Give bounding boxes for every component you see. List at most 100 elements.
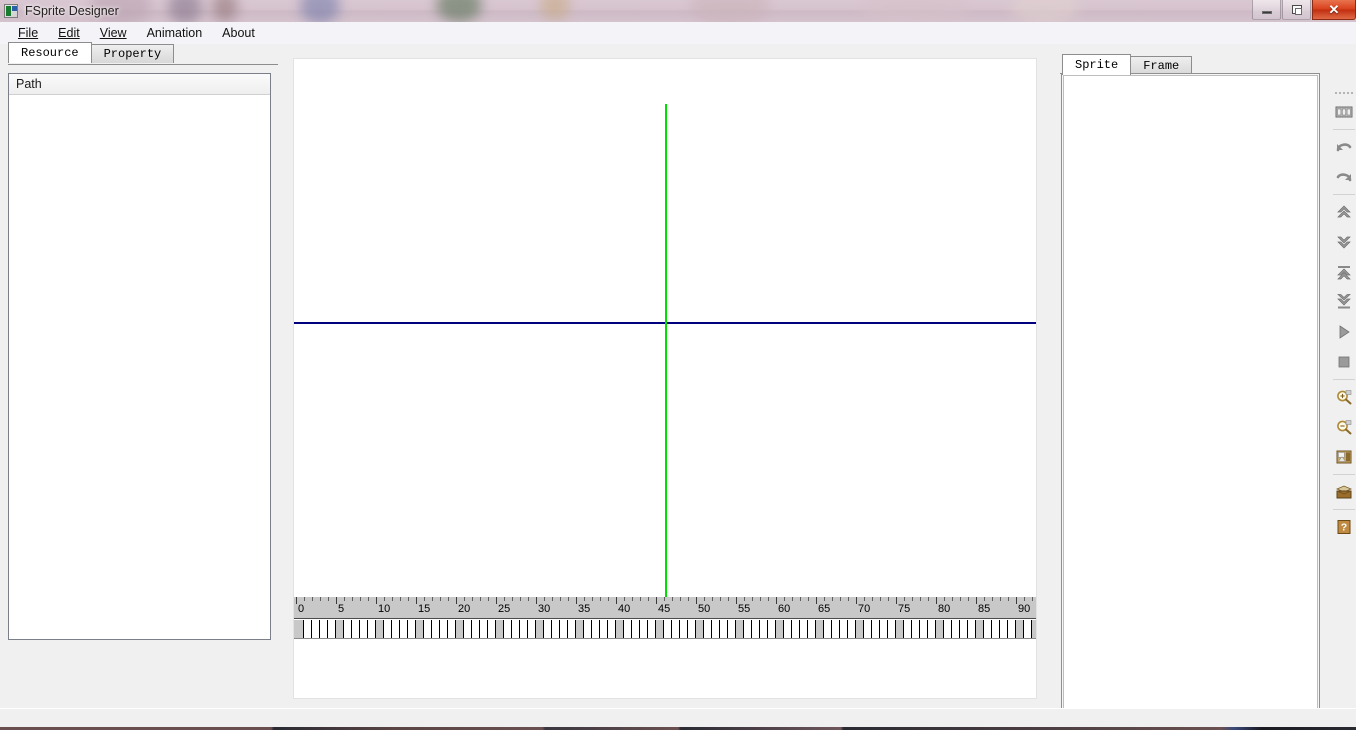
sprite-list-box[interactable] <box>1061 73 1320 730</box>
frame-cell[interactable] <box>456 620 464 638</box>
timeline-ruler[interactable]: 0 5 10 15 20 25 30 35 40 45 50 55 60 65 70 75 80 85 90 <box>294 597 1036 619</box>
film-strip-button[interactable] <box>1332 97 1356 127</box>
frame-cell[interactable] <box>568 620 576 638</box>
frame-cell[interactable] <box>760 620 768 638</box>
close-button[interactable]: ✕ <box>1312 0 1356 20</box>
zoom-in-button[interactable] <box>1332 382 1356 412</box>
frame-cell[interactable] <box>1000 620 1008 638</box>
frame-cell[interactable] <box>416 620 424 638</box>
frame-cell[interactable] <box>880 620 888 638</box>
frame-cell[interactable] <box>600 620 608 638</box>
frame-cell[interactable] <box>328 620 336 638</box>
frame-cell[interactable] <box>904 620 912 638</box>
path-column-header[interactable]: Path <box>9 74 270 95</box>
move-up-button[interactable] <box>1332 197 1356 227</box>
frame-cell[interactable] <box>704 620 712 638</box>
frame-cell[interactable] <box>536 620 544 638</box>
frame-strip[interactable] <box>294 620 1036 639</box>
frame-cell[interactable] <box>1008 620 1016 638</box>
frame-cell[interactable] <box>376 620 384 638</box>
frame-cell[interactable] <box>936 620 944 638</box>
frame-cell[interactable] <box>344 620 352 638</box>
frame-cell[interactable] <box>296 620 304 638</box>
frame-cell[interactable] <box>696 620 704 638</box>
tab-sprite[interactable]: Sprite <box>1062 54 1132 75</box>
frame-cell[interactable] <box>560 620 568 638</box>
frame-cell[interactable] <box>912 620 920 638</box>
frame-cell[interactable] <box>1016 620 1024 638</box>
frame-cell[interactable] <box>400 620 408 638</box>
frame-cell[interactable] <box>424 620 432 638</box>
frame-cell[interactable] <box>800 620 808 638</box>
play-button[interactable] <box>1332 317 1356 347</box>
frame-cell[interactable] <box>968 620 976 638</box>
frame-cell[interactable] <box>584 620 592 638</box>
frame-cell[interactable] <box>360 620 368 638</box>
frame-cell[interactable] <box>872 620 880 638</box>
menu-item-about[interactable]: About <box>212 24 265 42</box>
frame-cell[interactable] <box>816 620 824 638</box>
menu-item-view[interactable]: View <box>90 24 137 42</box>
frame-cell[interactable] <box>368 620 376 638</box>
frame-cell[interactable] <box>464 620 472 638</box>
frame-cell[interactable] <box>656 620 664 638</box>
frame-cell[interactable] <box>744 620 752 638</box>
frame-cell[interactable] <box>680 620 688 638</box>
frame-cell[interactable] <box>672 620 680 638</box>
frame-cell[interactable] <box>824 620 832 638</box>
menu-item-file[interactable]: File <box>8 24 48 42</box>
frame-cell[interactable] <box>488 620 496 638</box>
frame-cell[interactable] <box>648 620 656 638</box>
frame-cell[interactable] <box>616 620 624 638</box>
frame-cell[interactable] <box>728 620 736 638</box>
frame-cell[interactable] <box>792 620 800 638</box>
maximize-button[interactable] <box>1282 0 1311 20</box>
stop-button[interactable] <box>1332 347 1356 377</box>
frame-cell[interactable] <box>712 620 720 638</box>
redo-button[interactable] <box>1332 162 1356 192</box>
frame-cell[interactable] <box>384 620 392 638</box>
frame-cell[interactable] <box>544 620 552 638</box>
frame-cell[interactable] <box>920 620 928 638</box>
frame-cell[interactable] <box>736 620 744 638</box>
frame-cell[interactable] <box>336 620 344 638</box>
move-down-button[interactable] <box>1332 227 1356 257</box>
frame-cell[interactable] <box>320 620 328 638</box>
frame-cell[interactable] <box>784 620 792 638</box>
frame-cell[interactable] <box>976 620 984 638</box>
path-list-rows[interactable] <box>9 95 270 639</box>
tab-resource[interactable]: Resource <box>8 42 92 63</box>
frame-cell[interactable] <box>504 620 512 638</box>
frame-cell[interactable] <box>640 620 648 638</box>
frame-cell[interactable] <box>960 620 968 638</box>
move-to-top-button[interactable] <box>1332 257 1356 287</box>
open-box-button[interactable] <box>1332 477 1356 507</box>
sprite-list-inner[interactable] <box>1063 75 1318 730</box>
frame-cell[interactable] <box>856 620 864 638</box>
frame-cell[interactable] <box>688 620 696 638</box>
frame-cell[interactable] <box>512 620 520 638</box>
move-to-bottom-button[interactable] <box>1332 287 1356 317</box>
undo-button[interactable] <box>1332 132 1356 162</box>
tab-property[interactable]: Property <box>90 44 175 63</box>
frame-cell[interactable] <box>520 620 528 638</box>
minimize-button[interactable] <box>1252 0 1281 20</box>
frame-cell[interactable] <box>304 620 312 638</box>
frame-cell[interactable] <box>944 620 952 638</box>
zoom-out-button[interactable] <box>1332 412 1356 442</box>
sprite-canvas[interactable] <box>294 59 1036 597</box>
frame-cell[interactable] <box>576 620 584 638</box>
frame-cell[interactable] <box>888 620 896 638</box>
frame-cell[interactable] <box>952 620 960 638</box>
frame-cell[interactable] <box>448 620 456 638</box>
frame-cell[interactable] <box>808 620 816 638</box>
frame-cell[interactable] <box>392 620 400 638</box>
frame-cell[interactable] <box>864 620 872 638</box>
frame-cell[interactable] <box>608 620 616 638</box>
frame-cell[interactable] <box>432 620 440 638</box>
frame-cell[interactable] <box>480 620 488 638</box>
frame-cell[interactable] <box>992 620 1000 638</box>
frame-cell[interactable] <box>408 620 416 638</box>
frame-cell[interactable] <box>624 620 632 638</box>
toolbar-grip-handle[interactable] <box>1332 88 1356 97</box>
